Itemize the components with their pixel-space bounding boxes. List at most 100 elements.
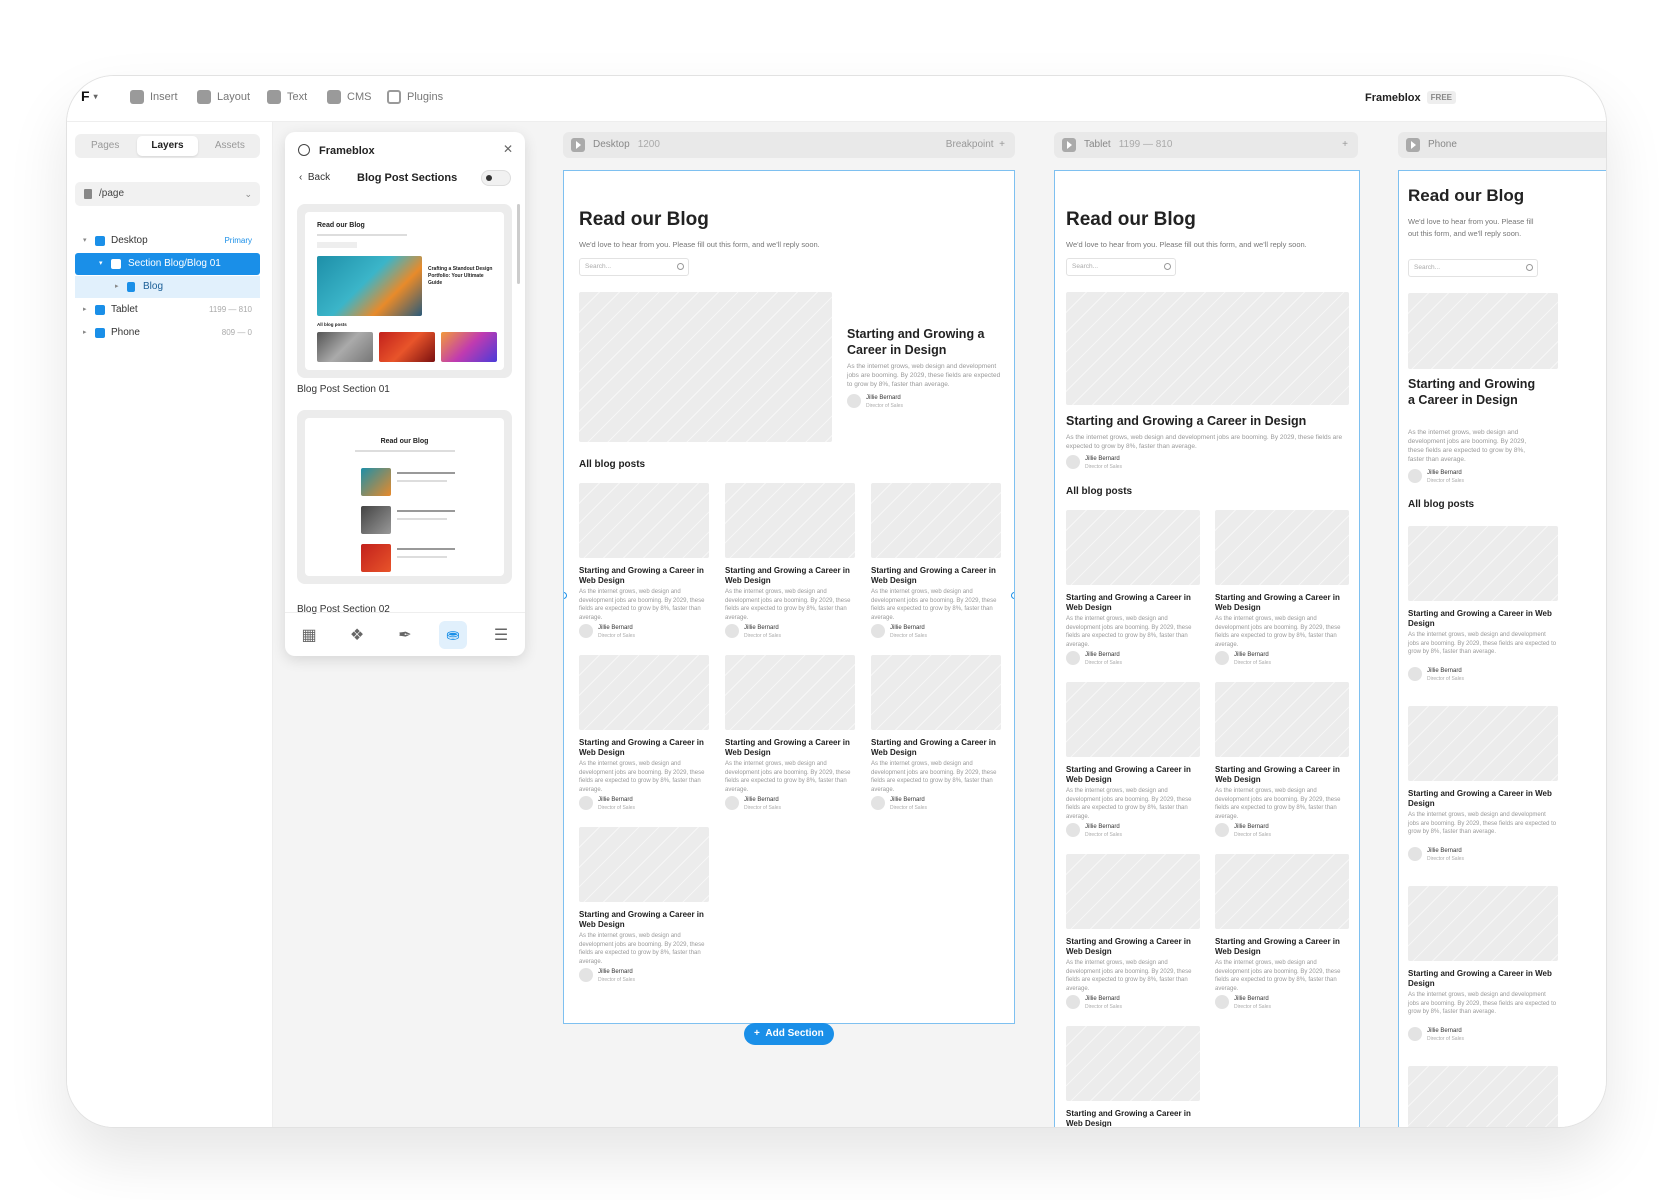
panel-title: Frameblox <box>319 145 375 157</box>
post-image[interactable] <box>1066 682 1200 757</box>
layer-phone[interactable]: ▸ Phone 809 — 0 <box>75 322 260 344</box>
tablet-frame[interactable]: Read our Blog We'd love to hear from you… <box>1054 170 1360 1127</box>
post-title[interactable]: Starting and Growing a Career in Web Des… <box>579 910 709 930</box>
search-input[interactable]: Search... <box>579 258 689 276</box>
search-input[interactable]: Search... <box>1066 258 1176 276</box>
section-thumbnail-01[interactable]: Read our Blog Crafting a Standout Design… <box>297 204 512 378</box>
featured-post-title[interactable]: Starting and Growing a Career in Design <box>847 327 1007 358</box>
post-image[interactable] <box>871 483 1001 558</box>
back-button[interactable]: ‹ Back <box>299 172 330 183</box>
page-icon <box>84 189 92 199</box>
featured-image[interactable] <box>579 292 832 442</box>
featured-post-title[interactable]: Starting and Growing a Career in Design <box>1408 377 1538 408</box>
post-title[interactable]: Starting and Growing a Career in Web Des… <box>1408 609 1558 629</box>
chevron-down-icon: ⌄ <box>244 189 252 199</box>
database-icon[interactable]: ⛂ <box>439 620 467 649</box>
framer-menu-button[interactable]: F ▾ <box>81 88 98 104</box>
play-icon[interactable] <box>1406 138 1420 152</box>
play-icon[interactable] <box>1062 138 1076 152</box>
plus-icon[interactable]: + <box>1342 132 1348 158</box>
desktop-frame[interactable]: Read our Blog We'd love to hear from you… <box>563 170 1015 1024</box>
post-image[interactable] <box>1215 682 1349 757</box>
post-image[interactable] <box>1066 1026 1200 1101</box>
layer-blog[interactable]: ▸ Blog <box>75 276 260 298</box>
tablet-frame-header[interactable]: Tablet 1199 — 810 + <box>1054 132 1358 158</box>
desktop-frame-header[interactable]: Desktop 1200 Breakpoint + <box>563 132 1015 158</box>
resize-handle[interactable] <box>564 592 567 599</box>
layer-label: Tablet <box>111 304 138 315</box>
post-image[interactable] <box>579 483 709 558</box>
tab-layers[interactable]: Layers <box>137 136 198 156</box>
cms-button[interactable]: CMS <box>327 90 371 104</box>
post-title[interactable]: Starting and Growing a Career in Web Des… <box>725 738 855 758</box>
avatar <box>1066 823 1080 837</box>
post-title[interactable]: Starting and Growing a Career in Web Des… <box>579 738 709 758</box>
post-image[interactable] <box>871 655 1001 730</box>
resize-handle[interactable] <box>1011 592 1014 599</box>
post-title[interactable]: Starting and Growing a Career in Web Des… <box>1408 969 1558 989</box>
layout-button[interactable]: Layout <box>197 90 250 104</box>
post-title[interactable]: Starting and Growing a Career in Web Des… <box>1408 789 1558 809</box>
search-input[interactable]: Search... <box>1408 259 1538 277</box>
post-desc: As the internet grows, web design and de… <box>1408 812 1557 835</box>
featured-image[interactable] <box>1408 293 1558 369</box>
post-title[interactable]: Starting and Growing a Career in Web Des… <box>579 566 709 586</box>
expand-arrow-icon: ▾ <box>83 237 87 244</box>
menu-icon[interactable]: ☰ <box>487 621 515 649</box>
avatar <box>847 394 861 408</box>
post-image[interactable] <box>725 483 855 558</box>
avatar <box>1066 995 1080 1009</box>
plugins-button[interactable]: Plugins <box>387 90 443 104</box>
post-image[interactable] <box>1408 706 1558 781</box>
featured-image[interactable] <box>1066 292 1349 405</box>
frameblox-logo-icon <box>298 144 310 156</box>
breakpoint-button[interactable]: Breakpoint + <box>946 132 1005 158</box>
layer-label: Desktop <box>111 235 148 246</box>
post-image[interactable] <box>579 655 709 730</box>
project-name[interactable]: Frameblox FREE <box>1365 91 1456 104</box>
author-name: Jillie Bernard <box>1234 824 1269 830</box>
tab-pages[interactable]: Pages <box>75 134 135 158</box>
post-title[interactable]: Starting and Growing a Career in Web Des… <box>1066 593 1200 613</box>
post-title[interactable]: Starting and Growing a Career in Web Des… <box>871 738 1001 758</box>
post-title[interactable]: Starting and Growing a Career in Web Des… <box>871 566 1001 586</box>
section-thumbnail-02[interactable]: Read our Blog <box>297 410 512 584</box>
post-title[interactable]: Starting and Growing a Career in Web Des… <box>1066 937 1200 957</box>
featured-post-title[interactable]: Starting and Growing a Career in Design <box>1066 414 1356 430</box>
frame-dimension: 1199 — 810 <box>1118 139 1173 150</box>
canvas[interactable]: Frameblox ✕ ‹ Back Blog Post Sections Re… <box>273 122 1606 1127</box>
post-image[interactable] <box>1215 854 1349 929</box>
post-image[interactable] <box>1408 886 1558 961</box>
post-title[interactable]: Starting and Growing a Career in Web Des… <box>1066 1109 1200 1127</box>
page-selector[interactable]: /page ⌄ <box>75 182 260 206</box>
insert-button[interactable]: Insert <box>130 90 178 104</box>
phone-frame-header[interactable]: Phone <box>1398 132 1606 158</box>
post-image[interactable] <box>1215 510 1349 585</box>
post-title[interactable]: Starting and Growing a Career in Web Des… <box>1215 765 1349 785</box>
components-icon[interactable]: ❖ <box>343 621 371 649</box>
post-title[interactable]: Starting and Growing a Career in Web Des… <box>1066 765 1200 785</box>
add-section-button[interactable]: + Add Section <box>744 1023 834 1045</box>
scrollbar[interactable] <box>517 204 520 284</box>
post-image[interactable] <box>725 655 855 730</box>
layer-section-blog[interactable]: ▾ Section Blog/Blog 01 <box>75 253 260 275</box>
post-title[interactable]: Starting and Growing a Career in Web Des… <box>725 566 855 586</box>
close-icon[interactable]: ✕ <box>503 142 513 156</box>
post-image[interactable] <box>1066 510 1200 585</box>
post-image[interactable] <box>1408 1066 1558 1127</box>
post-image[interactable] <box>1066 854 1200 929</box>
tab-assets[interactable]: Assets <box>200 134 260 158</box>
layer-tablet[interactable]: ▸ Tablet 1199 — 810 <box>75 299 260 321</box>
post-title[interactable]: Starting and Growing a Career in Web Des… <box>1215 937 1349 957</box>
phone-frame[interactable]: Read our Blog We'd love to hear from you… <box>1398 170 1606 1127</box>
theme-toggle[interactable] <box>481 170 511 186</box>
play-icon[interactable] <box>571 138 585 152</box>
brush-icon[interactable]: ✒ <box>391 621 419 649</box>
post-image[interactable] <box>1408 526 1558 601</box>
text-button[interactable]: Text <box>267 90 307 104</box>
plugins-icon <box>387 90 401 104</box>
post-image[interactable] <box>579 827 709 902</box>
post-title[interactable]: Starting and Growing a Career in Web Des… <box>1215 593 1349 613</box>
grid-icon[interactable]: ▦ <box>295 621 323 649</box>
layer-desktop[interactable]: ▾ Desktop Primary <box>75 230 260 252</box>
